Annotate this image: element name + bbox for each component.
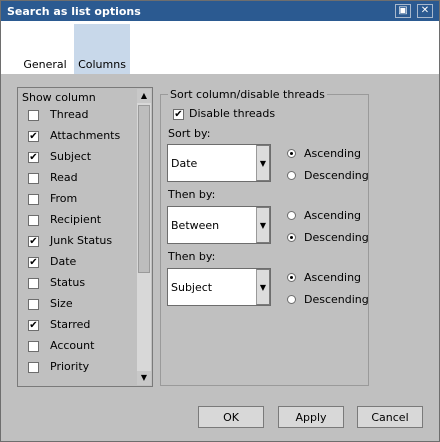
- column-item-thread[interactable]: Thread: [28, 108, 140, 126]
- column-item-label: Account: [50, 339, 95, 352]
- descending-label: Descending: [304, 231, 369, 244]
- scrollbar-thumb[interactable]: [138, 105, 150, 273]
- column-item-from[interactable]: From: [28, 192, 140, 210]
- dialog-window: Search as list options ▣ ✕ General Colum…: [0, 0, 440, 442]
- chevron-down-icon[interactable]: ▼: [256, 269, 270, 305]
- tab-general[interactable]: General: [17, 57, 73, 74]
- column-item-account[interactable]: Account: [28, 339, 140, 357]
- sort-by-select[interactable]: Date ▼: [167, 144, 271, 182]
- column-item-label: Priority: [50, 360, 90, 373]
- column-item-label: Read: [50, 171, 78, 184]
- column-item-label: Starred: [50, 318, 91, 331]
- radio-dot[interactable]: [287, 211, 296, 220]
- column-item-size[interactable]: Size: [28, 297, 140, 315]
- column-item-junk-status[interactable]: ✔ Junk Status: [28, 234, 140, 252]
- ascending-label: Ascending: [304, 209, 362, 222]
- checkbox[interactable]: [28, 110, 39, 121]
- column-item-read[interactable]: Read: [28, 171, 140, 189]
- title-bar[interactable]: Search as list options ▣ ✕: [1, 1, 439, 21]
- radio-dot[interactable]: [287, 171, 296, 180]
- apply-label: Apply: [295, 411, 327, 424]
- checkbox[interactable]: ✔: [28, 320, 39, 331]
- close-button[interactable]: ✕: [417, 4, 433, 18]
- column-item-label: Date: [50, 255, 77, 268]
- restore-icon: ▣: [398, 5, 408, 16]
- ok-button[interactable]: OK: [198, 406, 264, 428]
- columns-list: Show column Thread ✔ Attachments ✔ Subje…: [17, 87, 153, 387]
- radio-dot[interactable]: [287, 233, 296, 242]
- radio-dot[interactable]: [287, 149, 296, 158]
- radio-dot[interactable]: [287, 273, 296, 282]
- checkbox[interactable]: [28, 341, 39, 352]
- checkbox[interactable]: [28, 194, 39, 205]
- restore-button[interactable]: ▣: [395, 4, 411, 18]
- cancel-label: Cancel: [371, 411, 409, 424]
- column-item-label: Attachments: [50, 129, 121, 142]
- window-title: Search as list options: [7, 5, 141, 18]
- checkbox[interactable]: [28, 215, 39, 226]
- column-item-label: Junk Status: [50, 234, 113, 247]
- tab-content: Show column Thread ✔ Attachments ✔ Subje…: [1, 74, 439, 441]
- checkbox[interactable]: [28, 278, 39, 289]
- then-by-label-2: Then by:: [168, 250, 216, 263]
- scroll-down-icon[interactable]: ▼: [137, 371, 151, 385]
- column-item-attachments[interactable]: ✔ Attachments: [28, 129, 140, 147]
- descending-label: Descending: [304, 293, 369, 306]
- column-item-subject[interactable]: ✔ Subject: [28, 150, 140, 168]
- checkbox[interactable]: [28, 362, 39, 373]
- column-item-recipient[interactable]: Recipient: [28, 213, 140, 231]
- then-by-select-2[interactable]: Subject ▼: [167, 268, 271, 306]
- ascending-label: Ascending: [304, 271, 362, 284]
- then-by-value-2: Subject: [171, 281, 213, 294]
- cancel-button[interactable]: Cancel: [357, 406, 423, 428]
- apply-button[interactable]: Apply: [278, 406, 344, 428]
- sort-by-label: Sort by:: [168, 127, 211, 140]
- column-item-label: Thread: [50, 108, 89, 121]
- column-item-label: Status: [50, 276, 86, 289]
- then-by-label-1: Then by:: [168, 188, 216, 201]
- sort-group-title: Sort column/disable threads: [168, 88, 327, 101]
- ascending-label: Ascending: [304, 147, 362, 160]
- checkbox[interactable]: [28, 299, 39, 310]
- column-item-priority[interactable]: Priority: [28, 360, 140, 378]
- column-item-label: From: [50, 192, 78, 205]
- checkbox[interactable]: ✔: [28, 236, 39, 247]
- disable-threads-label: Disable threads: [189, 107, 276, 120]
- then-by-select-1[interactable]: Between ▼: [167, 206, 271, 244]
- checkbox[interactable]: ✔: [28, 257, 39, 268]
- disable-threads-checkbox-row[interactable]: ✔ Disable threads: [173, 107, 333, 125]
- scroll-up-icon[interactable]: ▲: [137, 89, 151, 103]
- chevron-down-icon[interactable]: ▼: [256, 207, 270, 243]
- column-item-label: Recipient: [50, 213, 102, 226]
- tab-columns-label: Columns: [78, 58, 126, 71]
- column-item-label: Subject: [50, 150, 92, 163]
- list-scrollbar[interactable]: ▲ ▼: [137, 89, 151, 385]
- descending-label: Descending: [304, 169, 369, 182]
- column-item-label: Size: [50, 297, 73, 310]
- sort-by-value: Date: [171, 157, 198, 170]
- close-icon: ✕: [420, 5, 430, 16]
- tab-general-label: General: [23, 58, 67, 71]
- radio-dot[interactable]: [287, 295, 296, 304]
- columns-list-header: Show column: [22, 91, 96, 104]
- tab-strip: General Columns: [1, 21, 439, 74]
- checkbox[interactable]: ✔: [28, 152, 39, 163]
- column-item-starred[interactable]: ✔ Starred: [28, 318, 140, 336]
- column-item-status[interactable]: Status: [28, 276, 140, 294]
- ok-label: OK: [223, 411, 239, 424]
- column-item-date[interactable]: ✔ Date: [28, 255, 140, 273]
- checkbox[interactable]: ✔: [28, 131, 39, 142]
- chevron-down-icon[interactable]: ▼: [256, 145, 270, 181]
- then-by-value-1: Between: [171, 219, 220, 232]
- checkbox[interactable]: [28, 173, 39, 184]
- checkbox[interactable]: ✔: [173, 109, 184, 120]
- tab-columns[interactable]: Columns: [74, 24, 130, 74]
